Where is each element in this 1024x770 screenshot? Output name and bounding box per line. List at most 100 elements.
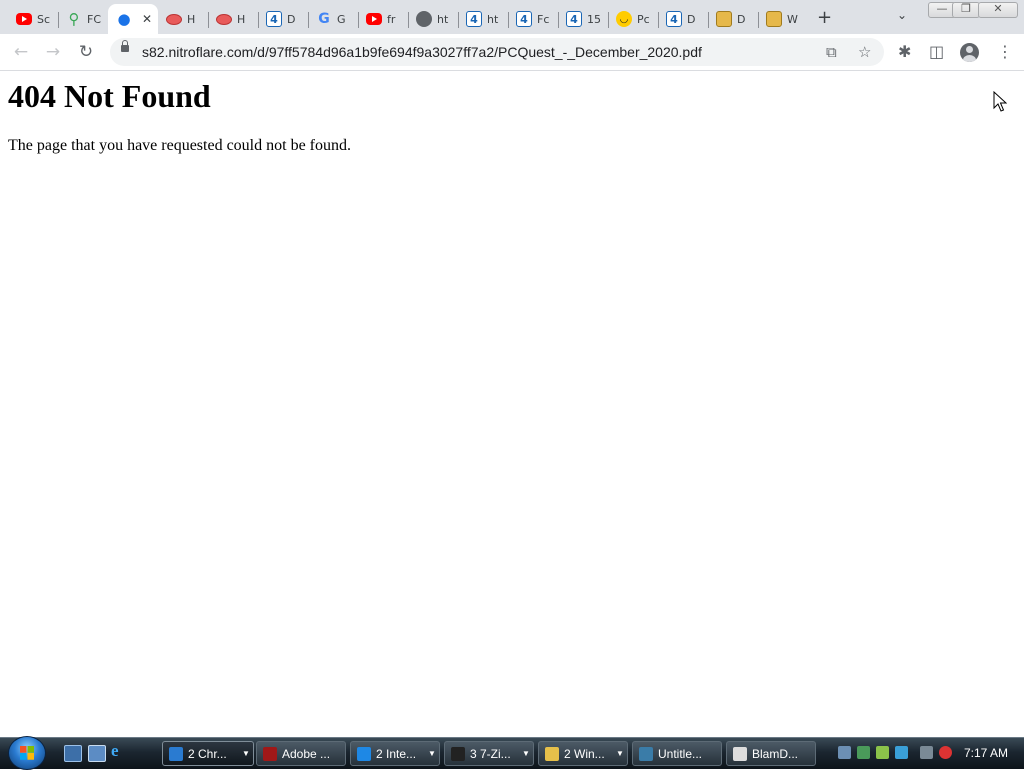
forward-button[interactable]: → <box>41 40 65 64</box>
google-icon: G <box>318 11 330 27</box>
taskbar-button-label: 2 Inte... <box>376 746 417 761</box>
tray-monitor-icon[interactable] <box>920 746 933 759</box>
reload-button[interactable]: ↻ <box>74 40 98 64</box>
browser-tab[interactable]: D <box>708 4 758 34</box>
browser-tab[interactable]: ◡ Pc <box>608 4 658 34</box>
folder-icon <box>766 11 782 27</box>
tab-title: D <box>287 12 296 26</box>
extensions-icon[interactable]: ✱ <box>898 42 911 61</box>
tab-title: FC <box>87 12 102 26</box>
youtube-icon <box>366 13 382 25</box>
browser-tab[interactable]: H <box>158 4 208 34</box>
smile-icon: ◡ <box>616 11 632 27</box>
address-bar[interactable]: s82.nitroflare.com/d/97ff5784d96a1b9fe69… <box>110 38 884 66</box>
menu-icon[interactable]: ⋮ <box>997 42 1013 61</box>
share-icon[interactable]: ⧉ <box>826 43 837 61</box>
taskbar-button[interactable]: 3 7-Zi... ▼ <box>444 741 534 766</box>
browser-tab[interactable]: ⚲ FC <box>58 4 108 34</box>
four-icon: 4 <box>466 11 482 27</box>
tab-title: fr <box>387 12 396 26</box>
taskbar-button[interactable]: Adobe ... <box>256 741 346 766</box>
browser-tab[interactable]: ● ✕ <box>108 4 158 34</box>
tray-app-icon[interactable] <box>838 746 851 759</box>
7zip-icon <box>451 746 465 761</box>
page-content: 404 Not Found The page that you have req… <box>0 71 1024 737</box>
tray-sync-icon[interactable] <box>876 746 889 759</box>
tab-title: H <box>237 12 246 26</box>
switch-windows-icon[interactable] <box>88 745 106 762</box>
profile-avatar[interactable] <box>960 43 979 62</box>
flash-icon <box>263 746 277 761</box>
show-desktop-icon[interactable] <box>64 745 82 762</box>
lock-icon[interactable] <box>121 40 129 52</box>
tab-title: H <box>187 12 196 26</box>
url-text[interactable]: s82.nitroflare.com/d/97ff5784d96a1b9fe69… <box>142 44 702 60</box>
four-icon: 4 <box>566 11 582 27</box>
tab-title: 15 <box>587 12 601 26</box>
tab-title: D <box>737 12 746 26</box>
browser-tab[interactable]: GG <box>308 4 358 34</box>
volume-muted-icon[interactable] <box>939 746 952 759</box>
back-button[interactable]: ← <box>9 40 33 64</box>
browser-tab[interactable]: 4D <box>658 4 708 34</box>
browser-tab[interactable]: 4 Fc <box>508 4 558 34</box>
browser-tab[interactable]: 4 ht <box>458 4 508 34</box>
browser-tab[interactable]: W <box>758 4 808 34</box>
tab-list: Sc ⚲ FC ● ✕ H H 4 D G Gfr ht 4 ht 4 Fc 4 15 ◡ Pc 4 D D W <box>8 4 808 34</box>
folder-icon <box>545 746 559 761</box>
taskbar-button-label: Adobe ... <box>282 746 331 761</box>
taskbar-button-label: 3 7-Zi... <box>470 746 511 761</box>
browser-tab[interactable]: H <box>208 4 258 34</box>
oval-icon <box>216 13 232 25</box>
tab-title: Sc <box>37 12 51 26</box>
browser-tab[interactable]: 4 15 <box>558 4 608 34</box>
error-message: The page that you have requested could n… <box>8 137 351 154</box>
bookmark-star-icon[interactable]: ☆ <box>858 43 871 61</box>
four-icon: 4 <box>266 11 282 27</box>
tab-strip: Sc ⚲ FC ● ✕ H H 4 D G Gfr ht 4 ht 4 Fc 4 15 ◡ Pc 4 D D W + ⌄ — … <box>0 0 1024 34</box>
close-window-button[interactable]: ✕ <box>978 2 1018 18</box>
tray-network-icon[interactable] <box>857 746 870 759</box>
taskbar-button[interactable]: 2 Inte... ▼ <box>350 741 440 766</box>
page-title: 404 Not Found <box>8 78 211 114</box>
group-dropdown-icon[interactable]: ▼ <box>239 749 253 758</box>
search-icon: ⚲ <box>68 10 80 28</box>
browser-tab[interactable]: ht <box>408 4 458 34</box>
document-icon <box>733 746 747 761</box>
tab-title: ht <box>487 12 499 26</box>
youtube-icon <box>16 13 32 25</box>
browser-tab[interactable]: 4D <box>258 4 308 34</box>
group-dropdown-icon[interactable]: ▼ <box>613 749 627 758</box>
app-icon <box>639 746 653 761</box>
group-dropdown-icon[interactable]: ▼ <box>425 749 439 758</box>
tab-title: Fc <box>537 12 550 26</box>
start-button[interactable] <box>8 736 46 770</box>
tab-close-icon[interactable]: ✕ <box>142 12 152 26</box>
tab-title: Pc <box>637 12 650 26</box>
browser-tab[interactable]: fr <box>358 4 408 34</box>
oval-icon <box>166 13 182 25</box>
drop-icon: ● <box>117 10 131 28</box>
taskbar-button[interactable]: BlamD... <box>726 741 816 766</box>
tab-title: D <box>687 12 696 26</box>
taskbar-button[interactable]: 2 Chr... ▼ <box>162 741 254 766</box>
side-panel-icon[interactable]: ◫ <box>929 42 944 61</box>
internet-explorer-icon[interactable]: e <box>111 741 127 760</box>
group-dropdown-icon[interactable]: ▼ <box>519 749 533 758</box>
tray-update-icon[interactable] <box>895 746 908 759</box>
tab-search-icon[interactable]: ⌄ <box>897 8 907 22</box>
taskbar-button[interactable]: 2 Win... ▼ <box>538 741 628 766</box>
four-icon: 4 <box>666 11 682 27</box>
four-icon: 4 <box>516 11 532 27</box>
folder-icon <box>716 11 732 27</box>
taskbar-clock[interactable]: 7:17 AM <box>964 746 1008 760</box>
taskbar-button-label: BlamD... <box>752 746 799 761</box>
new-tab-icon[interactable]: + <box>817 7 832 28</box>
maximize-button[interactable]: ❐ <box>952 2 980 18</box>
taskbar-button-label: 2 Win... <box>564 746 605 761</box>
taskbar: e 2 Chr... ▼ Adobe ... 2 Inte... ▼ 3 7-Zi... ▼… <box>0 736 1024 770</box>
taskbar-button[interactable]: Untitle... <box>632 741 722 766</box>
tab-title: ht <box>437 12 449 26</box>
browser-tab[interactable]: Sc <box>8 4 58 34</box>
taskbar-button-label: Untitle... <box>658 746 703 761</box>
